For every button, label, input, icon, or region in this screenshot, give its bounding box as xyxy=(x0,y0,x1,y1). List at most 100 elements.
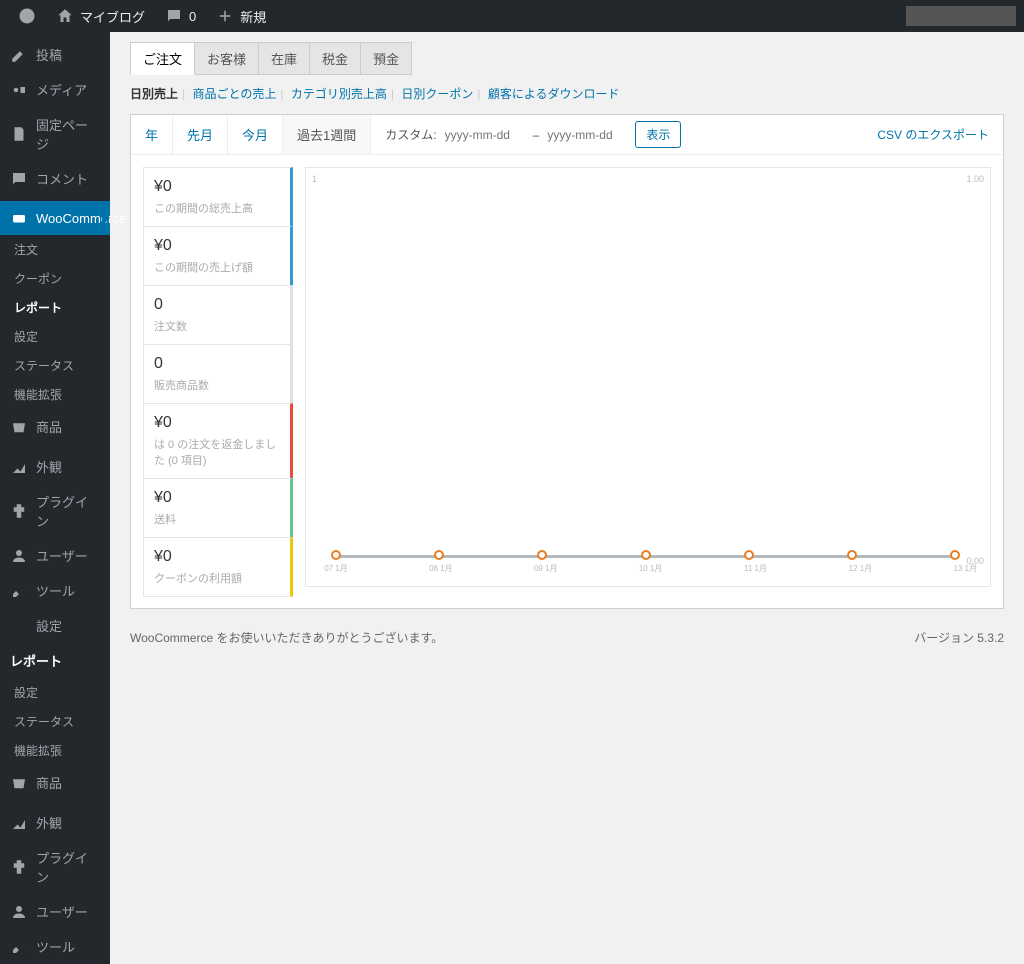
stat-card[interactable]: ¥0 は 0 の注文を返金しました (0 項目) xyxy=(143,403,293,479)
stat-card[interactable]: ¥0 クーボンの利用額 xyxy=(143,537,293,597)
sidebar-sub-settings[interactable]: 設定 xyxy=(0,322,110,351)
footer: WooCommerce をお使いいただきありがとうございます。 バージョン 5.… xyxy=(130,609,1004,666)
stats-column: ¥0この期間の総売上高¥0この期間の売上げ額0注文数0販売商品数¥0は 0 の注… xyxy=(143,167,293,596)
stat-value: ¥0 xyxy=(154,414,280,432)
sidebar-item-posts[interactable]: 投稿 xyxy=(0,37,110,72)
stat-label: クーボンの利用額 xyxy=(154,570,280,586)
tab-customers[interactable]: お客様 xyxy=(195,42,259,75)
xtick: 12 1月 xyxy=(849,563,873,574)
chart-point xyxy=(847,550,857,560)
xtick: 09 1月 xyxy=(534,563,558,574)
sidebar-sub2-settings[interactable]: 設定 xyxy=(0,678,110,707)
comment-count: 0 xyxy=(189,9,196,24)
xtick: 10 1月 xyxy=(639,563,663,574)
sidebar-item-comments[interactable]: コメント xyxy=(0,161,110,196)
sidebar-item-tools[interactable]: ツール xyxy=(0,573,110,608)
chart-point xyxy=(434,550,444,560)
stat-label: は 0 の注文を返金しました (0 項目) xyxy=(154,436,280,468)
sidebar-item-woocommerce[interactable]: WooCommerce xyxy=(0,201,110,235)
sidebar-item-appearance2[interactable]: 外観 xyxy=(0,805,110,840)
sidebar-item-products[interactable]: 商品 xyxy=(0,409,110,444)
sidebar-item-plugins2[interactable]: プラグイン xyxy=(0,840,110,894)
sidebar-item-products2[interactable]: 商品 xyxy=(0,765,110,800)
stat-label: 送料 xyxy=(154,511,280,527)
site-name: マイブログ xyxy=(80,7,145,26)
chart-point xyxy=(744,550,754,560)
stat-card[interactable]: 0 販売商品数 xyxy=(143,344,293,404)
date-from-input[interactable] xyxy=(445,128,525,142)
report-panel: 年 先月 今月 過去1週間 カスタム: – 表示 CSV のエクスポート xyxy=(130,114,1004,609)
sidebar-sub-extensions[interactable]: 機能拡張 xyxy=(0,380,110,409)
wp-logo[interactable] xyxy=(8,0,46,32)
stat-label: 販売商品数 xyxy=(154,377,280,393)
sidebar-sub-coupons[interactable]: クーポン xyxy=(0,264,110,293)
ytick-top: 1 xyxy=(312,174,317,184)
sidebar-sub-reports[interactable]: レポート xyxy=(0,293,110,322)
sidebar-item-users2[interactable]: ユーザー xyxy=(0,894,110,929)
sidebar-item-settings[interactable]: 設定 xyxy=(0,608,110,643)
sidebar-item-media[interactable]: メディア xyxy=(0,72,110,107)
new-label: 新規 xyxy=(240,7,266,26)
admin-bar: マイブログ 0 新規 xyxy=(0,0,1024,32)
admin-sidebar: 投稿 メディア 固定ページ コメント WooCommerce 注文 クーポン レ… xyxy=(0,32,110,964)
sidebar-item-plugins[interactable]: プラグイン xyxy=(0,484,110,538)
tab-tax[interactable]: 税金 xyxy=(310,42,361,75)
range-lastmonth[interactable]: 先月 xyxy=(173,115,228,154)
stat-value: 0 xyxy=(154,296,280,314)
chart-point xyxy=(641,550,651,560)
range-last7[interactable]: 過去1週間 xyxy=(283,115,371,154)
user-area[interactable] xyxy=(906,6,1016,26)
subnav-downloads[interactable]: 顧客によるダウンロード xyxy=(488,87,620,101)
sidebar-sub2-extensions[interactable]: 機能拡張 xyxy=(0,736,110,765)
footer-right: バージョン 5.3.2 xyxy=(914,629,1004,646)
stat-card[interactable]: 0注文数 xyxy=(143,285,293,345)
tab-orders[interactable]: ご注文 xyxy=(130,42,195,75)
stat-value: 0 xyxy=(154,355,280,373)
sidebar-sub-orders[interactable]: 注文 xyxy=(0,235,110,264)
report-tabs: ご注文 お客様 在庫 税金 預金 xyxy=(130,42,1004,75)
sidebar-sub-status[interactable]: ステータス xyxy=(0,351,110,380)
xtick: 11 1月 xyxy=(744,563,767,574)
subnav-daily[interactable]: 日別売上 xyxy=(130,87,178,101)
sidebar-item-tools2[interactable]: ツール xyxy=(0,929,110,964)
date-to-input[interactable] xyxy=(547,128,627,142)
range-year[interactable]: 年 xyxy=(131,115,173,154)
tab-deposits[interactable]: 預金 xyxy=(361,42,412,75)
ytick-right-top: 1.00 xyxy=(966,174,984,184)
show-button[interactable]: 表示 xyxy=(635,121,681,148)
custom-label: カスタム: xyxy=(385,126,436,143)
sidebar-item-pages[interactable]: 固定ページ xyxy=(0,107,110,161)
sidebar-sub2-status[interactable]: ステータス xyxy=(0,707,110,736)
subnav-bycategory[interactable]: カテゴリ別売上高 xyxy=(291,87,387,101)
sidebar-item-appearance[interactable]: 外観 xyxy=(0,449,110,484)
sales-chart: 1 1.00 0.00 07 1月08 1月09 1月10 1月11 1月12 … xyxy=(305,167,991,587)
xtick: 08 1月 xyxy=(429,563,453,574)
stat-card[interactable]: ¥0 この期間の売上げ額 xyxy=(143,226,293,286)
xtick: 13 1月 xyxy=(953,563,977,574)
subnav-coupons[interactable]: 日別クーポン xyxy=(401,87,473,101)
chart-point xyxy=(537,550,547,560)
sidebar-item-reports[interactable]: レポート xyxy=(0,643,110,678)
stat-value: ¥0 xyxy=(154,178,280,196)
stat-value: ¥0 xyxy=(154,548,280,566)
subnav-byproduct[interactable]: 商品ごとの売上 xyxy=(192,87,276,101)
stat-value: ¥0 xyxy=(154,237,280,255)
date-dash: – xyxy=(533,128,540,142)
custom-range: カスタム: – 表示 xyxy=(371,121,695,148)
export-csv[interactable]: CSV のエクスポート xyxy=(847,126,1003,143)
report-subnav: 日別売上| 商品ごとの売上| カテゴリ別売上高| 日別クーポン| 顧客によるダウ… xyxy=(130,85,1004,102)
stat-card[interactable]: ¥0 送料 xyxy=(143,478,293,538)
range-thismonth[interactable]: 今月 xyxy=(228,115,283,154)
tab-stock[interactable]: 在庫 xyxy=(259,42,310,75)
chart-point xyxy=(331,550,341,560)
stat-label: この期間の売上げ額 xyxy=(154,259,280,275)
stat-value: ¥0 xyxy=(154,489,280,507)
main-content: ご注文 お客様 在庫 税金 預金 日別売上| 商品ごとの売上| カテゴリ別売上高… xyxy=(110,32,1024,964)
site-link[interactable]: マイブログ xyxy=(46,0,155,32)
comments-link[interactable]: 0 xyxy=(155,0,206,32)
xtick: 07 1月 xyxy=(324,563,348,574)
new-link[interactable]: 新規 xyxy=(206,0,276,32)
sidebar-item-users[interactable]: ユーザー xyxy=(0,538,110,573)
stat-card[interactable]: ¥0この期間の総売上高 xyxy=(143,167,293,227)
panel-head: 年 先月 今月 過去1週間 カスタム: – 表示 CSV のエクスポート xyxy=(131,115,1003,155)
